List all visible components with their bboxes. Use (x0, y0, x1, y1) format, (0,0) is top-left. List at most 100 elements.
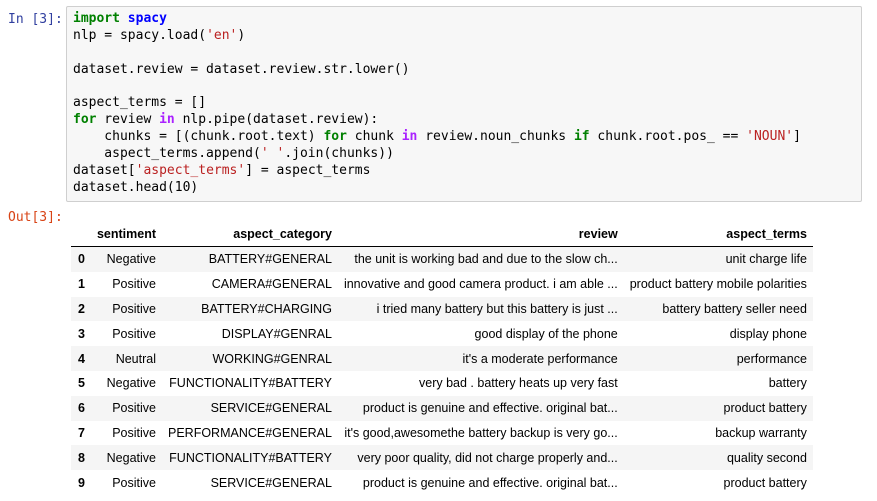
review-cell: it's good,awesomethe battery backup is v… (344, 425, 618, 440)
code-token: 'en' (206, 27, 238, 43)
sentiment-cell: Neutral (115, 351, 156, 366)
code-token: ' ' (260, 146, 285, 162)
code-line: nlp = spacy.load('en') (73, 28, 801, 45)
aspect-terms-cell: performance (736, 351, 807, 366)
code-token: .join(chunks)) (284, 146, 394, 162)
aspect-category-cell: SERVICE#GENERAL (210, 475, 332, 490)
input-prompt: In [3]: (8, 12, 63, 27)
column-header-aspect-terms: aspect_terms (623, 222, 813, 247)
code-token: ] (793, 129, 801, 145)
code-line: dataset.review = dataset.review.str.lowe… (73, 62, 801, 79)
aspect-terms-cell: battery battery seller need (662, 301, 807, 316)
code-line: for review in nlp.pipe(dataset.review): (73, 112, 801, 129)
code-token: ] = aspect_terms (245, 163, 371, 179)
code-line: dataset['aspect_terms'] = aspect_terms (73, 163, 801, 180)
table-row: 8 Negative FUNCTIONALITY#BATTERY very poor … (71, 445, 813, 471)
table-row: 6 Positive SERVICE#GENERAL product is genui… (71, 395, 813, 421)
code-token: for (73, 112, 97, 128)
sentiment-cell: Positive (112, 475, 156, 490)
output-prompt: Out[3]: (8, 210, 63, 225)
review-cell: innovative and good camera product. i am… (343, 277, 618, 292)
sentiment-cell: Positive (112, 401, 156, 416)
code-token: nlp.pipe(dataset.review): (174, 112, 379, 128)
code-token: dataset.review = dataset.review.str.lowe… (73, 61, 410, 77)
row-index: 4 (78, 351, 85, 366)
code-token: in (159, 112, 175, 128)
table-row: 4 Neutral WORKING#GENRAL it's a moderate pe… (71, 346, 813, 371)
review-cell: product is genuine and effective. origin… (362, 475, 618, 490)
code-token: 'aspect_terms' (135, 163, 246, 179)
aspect-terms-cell: product battery mobile polarities (629, 277, 807, 292)
aspect-terms-cell: backup warranty (715, 425, 807, 440)
code-line: aspect_terms.append(' '.join(chunks)) (73, 146, 801, 163)
column-header-sentiment: sentiment (90, 222, 162, 247)
aspect-terms-cell: product battery (723, 475, 807, 490)
review-cell: very poor quality, did not charge proper… (357, 450, 618, 465)
code-line: aspect_terms = [] (73, 95, 801, 112)
code-token: review (96, 112, 160, 128)
code-line: ​ (73, 79, 801, 96)
code-line: ​ (73, 45, 801, 62)
aspect-category-cell: SERVICE#GENERAL (210, 401, 332, 416)
sentiment-cell: Positive (112, 326, 156, 341)
table-row: 9 Positive SERVICE#GENERAL product is genui… (71, 470, 813, 495)
sentiment-cell: Positive (112, 301, 156, 316)
review-cell: i tried many battery but this battery is… (376, 301, 618, 316)
dataframe-output: sentiment aspect_category review aspect_… (71, 222, 813, 495)
aspect-category-cell: FUNCTIONALITY#BATTERY (169, 376, 332, 391)
aspect-category-cell: BATTERY#GENERAL (208, 252, 332, 267)
aspect-terms-cell: unit charge life (725, 252, 807, 267)
sentiment-cell: Negative (106, 252, 156, 267)
table-row: 1 Positive CAMERA#GENERAL innovative and go… (71, 272, 813, 297)
review-cell: product is genuine and effective. origin… (362, 401, 618, 416)
aspect-category-cell: BATTERY#CHARGING (201, 301, 332, 316)
aspect-category-cell: CAMERA#GENERAL (211, 277, 332, 292)
review-cell: it's a moderate performance (462, 351, 618, 366)
code-editor[interactable]: import spacynlp = spacy.load('en')​datas… (73, 11, 801, 197)
code-cell-input[interactable]: import spacynlp = spacy.load('en')​datas… (66, 6, 862, 202)
row-index: 1 (78, 277, 85, 292)
sentiment-cell: Negative (106, 450, 156, 465)
code-token: dataset[ (73, 163, 136, 179)
code-token: nlp = spacy.load( (73, 27, 207, 43)
row-index: 7 (78, 425, 85, 440)
row-index: 3 (78, 326, 85, 341)
code-token: 'NOUN' (746, 129, 794, 145)
code-token: if (573, 129, 590, 145)
table-row: 0 Negative BATTERY#GENERAL the unit is work… (71, 246, 813, 272)
table-row: 7 Positive PERFORMANCE#GENERAL it's good,aw… (71, 421, 813, 446)
aspect-category-cell: WORKING#GENRAL (212, 351, 332, 366)
column-header-index (71, 222, 91, 247)
review-cell: good display of the phone (474, 326, 618, 341)
sentiment-cell: Positive (112, 277, 156, 292)
column-header-review: review (337, 222, 624, 247)
code-line: dataset.head(10) (73, 180, 801, 197)
aspect-terms-cell: quality second (726, 450, 807, 465)
sentiment-cell: Negative (106, 376, 156, 391)
table-row: 3 Positive DISPLAY#GENRAL good display of t… (71, 321, 813, 346)
row-index: 6 (78, 401, 85, 416)
aspect-terms-cell: display phone (729, 326, 807, 341)
row-index: 9 (78, 475, 85, 490)
row-index: 2 (78, 301, 85, 316)
aspect-category-cell: PERFORMANCE#GENERAL (168, 425, 332, 440)
code-token: import (73, 11, 120, 26)
code-line: chunks = [(chunk.root.text) for chunk in… (73, 129, 801, 146)
row-index: 8 (78, 450, 85, 465)
code-token: aspect_terms.append( (73, 146, 261, 162)
aspect-category-cell: FUNCTIONALITY#BATTERY (169, 450, 332, 465)
review-cell: the unit is working bad and due to the s… (354, 252, 618, 267)
code-token: in (401, 129, 418, 145)
code-token: aspect_terms = [] (73, 95, 207, 111)
row-index: 5 (78, 376, 85, 391)
code-line: import spacy (73, 11, 801, 28)
code-token: spacy (127, 11, 167, 26)
code-token: chunks = [(chunk.root.text) (73, 129, 324, 145)
code-token: ) (237, 27, 246, 43)
code-token: review.noun_chunks (417, 129, 574, 145)
table-row: 2 Positive BATTERY#CHARGING i tried many ba… (71, 296, 813, 322)
code-token: chunk (346, 129, 402, 145)
table-header-row: sentiment aspect_category review aspect_… (71, 222, 813, 247)
code-token: dataset.head(10) (73, 179, 199, 195)
